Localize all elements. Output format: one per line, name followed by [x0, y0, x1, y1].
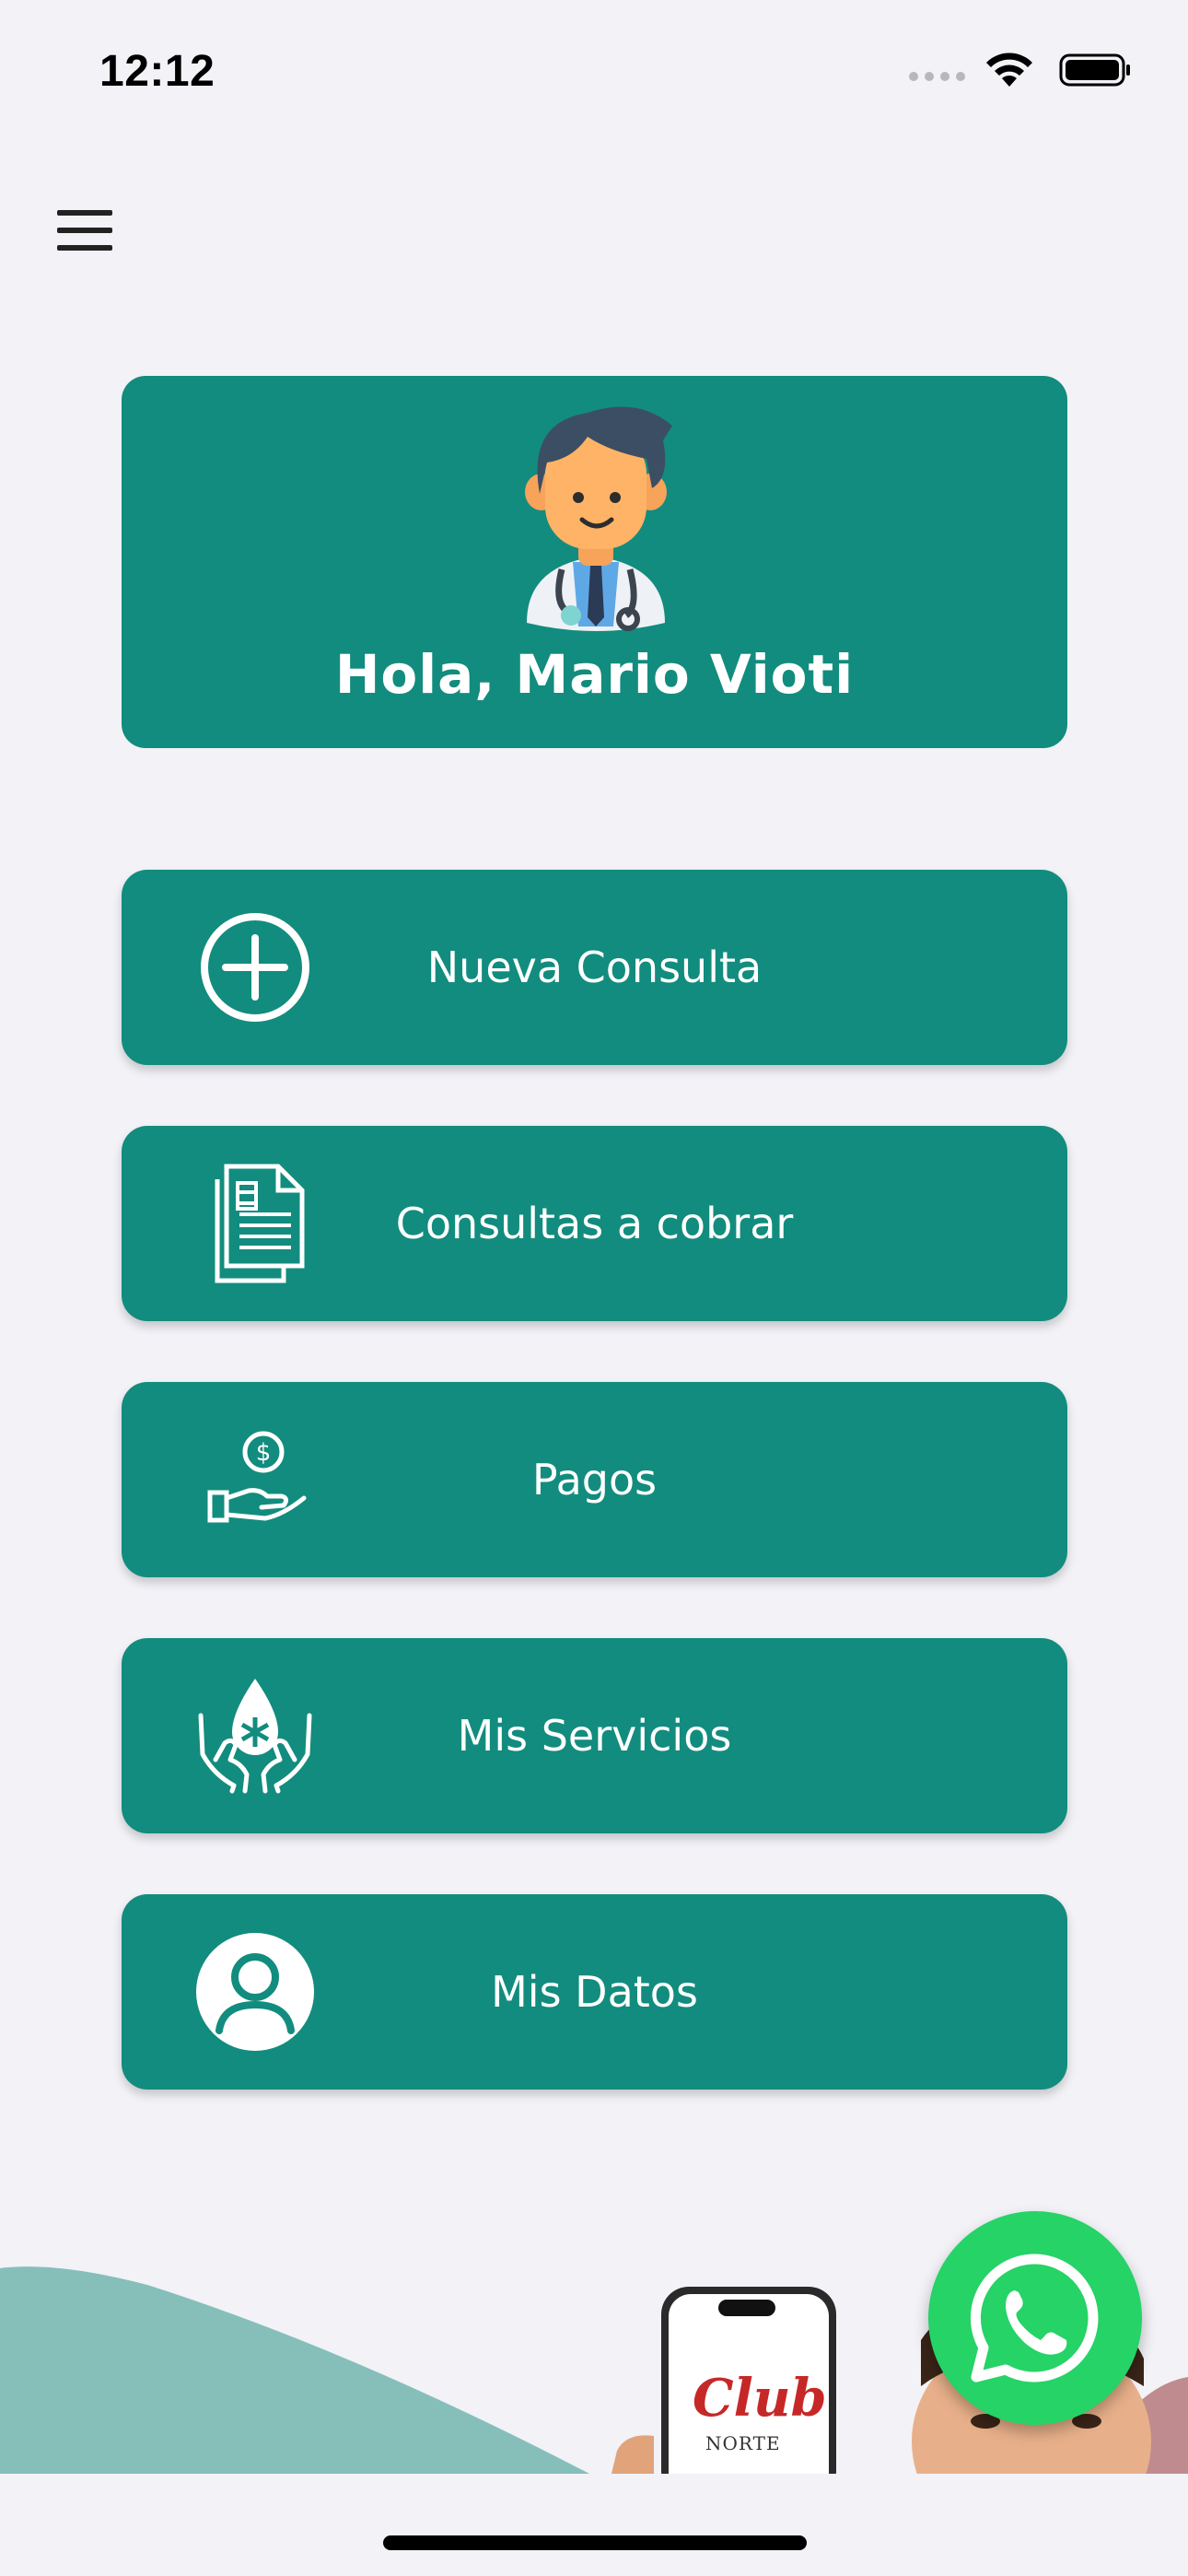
consultas-a-cobrar-button[interactable]: Consultas a cobrar — [122, 1126, 1067, 1321]
doctor-avatar — [525, 406, 672, 631]
status-bar: 12:12 — [0, 0, 1188, 147]
greeting-text: Hola, Mario Vioti — [334, 643, 855, 706]
pagos-label: Pagos — [531, 1455, 658, 1505]
home-indicator[interactable] — [383, 2535, 807, 2550]
phone-logo-club: Club — [693, 2368, 827, 2429]
wifi-icon — [986, 53, 1032, 87]
mis-servicios-label: Mis Servicios — [457, 1711, 732, 1761]
phone-logo-norte: NORTE — [705, 2432, 781, 2454]
nueva-consulta-button[interactable]: Nueva Consulta — [122, 870, 1067, 1065]
consultas-a-cobrar-label: Consultas a cobrar — [395, 1199, 794, 1248]
cellular-signal-icon — [909, 72, 965, 81]
whatsapp-icon — [970, 2254, 1099, 2383]
whatsapp-button[interactable] — [928, 2211, 1142, 2425]
mis-servicios-button[interactable]: Mis Servicios — [122, 1638, 1067, 1833]
battery-icon — [1059, 53, 1130, 87]
mis-datos-label: Mis Datos — [491, 1967, 698, 2017]
greeting-card: Hola, Mario Vioti — [122, 376, 1067, 748]
mis-datos-button[interactable]: Mis Datos — [122, 1894, 1067, 2090]
status-time: 12:12 — [99, 47, 215, 96]
hamburger-menu-icon[interactable] — [55, 206, 116, 254]
pagos-button[interactable]: $ Pagos — [122, 1382, 1067, 1577]
nueva-consulta-label: Nueva Consulta — [426, 943, 763, 992]
status-icons — [909, 52, 1133, 88]
